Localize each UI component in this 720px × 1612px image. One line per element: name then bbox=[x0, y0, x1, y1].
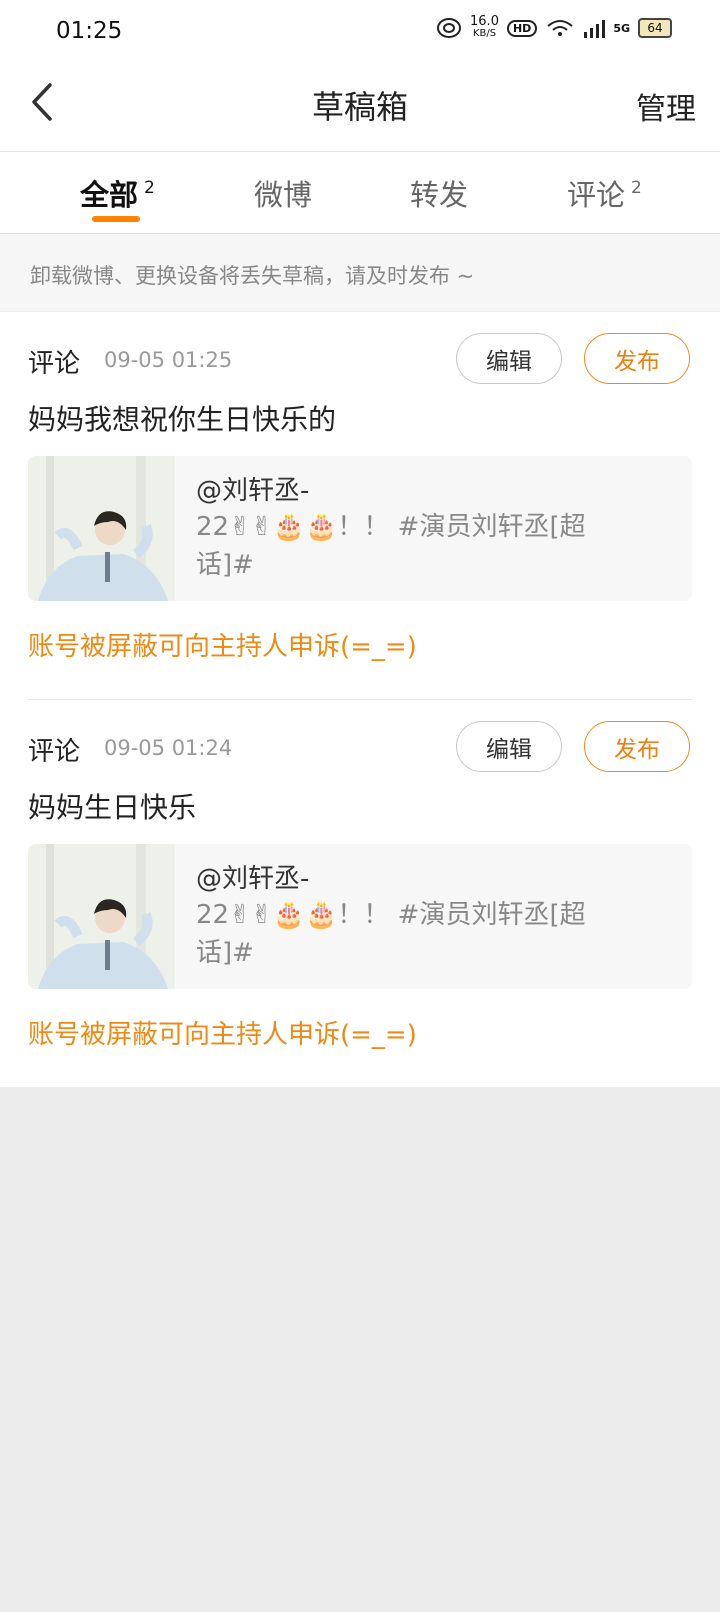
manage-button[interactable]: 管理 bbox=[636, 84, 696, 128]
tab-all[interactable]: 全部 2 bbox=[80, 172, 155, 214]
battery-icon: 64 bbox=[638, 18, 672, 38]
tab-weibo[interactable]: 微博 bbox=[254, 172, 312, 214]
status-bar: 01:25 16.0 KB/S HD 5G 64 bbox=[0, 0, 720, 64]
quoted-post-thumbnail bbox=[28, 456, 175, 601]
tab-comment[interactable]: 评论 2 bbox=[567, 172, 642, 214]
signal-icon bbox=[583, 18, 606, 38]
active-tab-indicator bbox=[92, 216, 140, 222]
draft-item: 评论 09-05 01:25 编辑 发布 妈妈我想祝你生日快乐的 @刘轩丞- 2… bbox=[28, 312, 692, 699]
speed-unit: KB/S bbox=[472, 28, 497, 39]
draft-notice: 卸载微博、更换设备将丢失草稿，请及时发布 ~ bbox=[0, 234, 720, 312]
wifi-icon bbox=[545, 18, 575, 38]
quoted-post-thumbnail bbox=[28, 844, 175, 989]
tab-repost[interactable]: 转发 bbox=[410, 172, 468, 214]
appeal-warning[interactable]: 账号被屏蔽可向主持人申诉(=_=) bbox=[28, 1014, 417, 1051]
app-top: 01:25 16.0 KB/S HD 5G 64 草稿箱 管理 全部 2 微博 … bbox=[0, 0, 720, 1087]
draft-type: 评论 bbox=[28, 737, 81, 767]
quoted-post-author: @刘轩丞- bbox=[196, 864, 310, 894]
status-icons: 16.0 KB/S HD 5G 64 bbox=[436, 14, 672, 40]
edit-button[interactable]: 编辑 bbox=[456, 333, 562, 384]
quoted-post-body: 22✌✌🎂🎂！！ #演员刘轩丞[超话]# bbox=[196, 512, 586, 580]
draft-type: 评论 bbox=[28, 349, 81, 379]
hd-icon: HD bbox=[506, 19, 538, 37]
draft-time: 09-05 01:24 bbox=[104, 736, 233, 760]
draft-text[interactable]: 妈妈我想祝你生日快乐的 bbox=[28, 398, 336, 438]
network-5g-icon: 5G bbox=[613, 21, 630, 35]
status-time: 01:25 bbox=[56, 18, 123, 44]
quoted-post[interactable]: @刘轩丞- 22✌✌🎂🎂！！ #演员刘轩丞[超话]# bbox=[28, 844, 692, 989]
tab-bar: 全部 2 微博 转发 评论 2 bbox=[0, 152, 720, 234]
title-bar: 草稿箱 管理 bbox=[0, 64, 720, 152]
quoted-post-body: 22✌✌🎂🎂！！ #演员刘轩丞[超话]# bbox=[196, 900, 586, 968]
quoted-post[interactable]: @刘轩丞- 22✌✌🎂🎂！！ #演员刘轩丞[超话]# bbox=[28, 456, 692, 601]
appeal-warning[interactable]: 账号被屏蔽可向主持人申诉(=_=) bbox=[28, 626, 417, 663]
quoted-post-author: @刘轩丞- bbox=[196, 476, 310, 506]
publish-button[interactable]: 发布 bbox=[584, 721, 690, 772]
tab-label: 转发 bbox=[410, 178, 469, 212]
draft-time: 09-05 01:25 bbox=[104, 348, 233, 372]
tab-label: 评论 bbox=[567, 178, 626, 212]
edit-button[interactable]: 编辑 bbox=[456, 721, 562, 772]
page-title: 草稿箱 bbox=[311, 88, 408, 126]
tab-count: 2 bbox=[144, 178, 155, 198]
speed-value: 16.0 bbox=[470, 14, 499, 29]
draft-text[interactable]: 妈妈生日快乐 bbox=[28, 786, 196, 826]
tab-label: 微博 bbox=[254, 178, 313, 212]
draft-list: 评论 09-05 01:25 编辑 发布 妈妈我想祝你生日快乐的 @刘轩丞- 2… bbox=[0, 312, 720, 1087]
app-notification-icon bbox=[436, 17, 462, 39]
tab-label: 全部 bbox=[80, 178, 139, 212]
publish-button[interactable]: 发布 bbox=[584, 333, 690, 384]
network-speed: 16.0 KB/S bbox=[470, 14, 499, 40]
tab-count: 2 bbox=[631, 178, 642, 198]
draft-item: 评论 09-05 01:24 编辑 发布 妈妈生日快乐 @刘轩丞- 22✌✌🎂🎂… bbox=[28, 699, 692, 1087]
